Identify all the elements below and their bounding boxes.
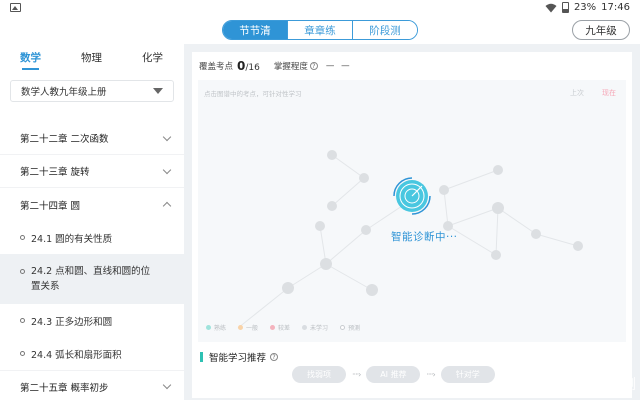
sidebar: 数学 物理 化学 数学人教九年级上册 第二十二章 二次函数 第二十三章 旋转 第… [0,44,184,400]
diagnosis-radar-icon [393,177,431,215]
accent-bar [200,352,203,362]
tab-jieduance[interactable]: 阶段测 [353,21,417,39]
textbook-dropdown[interactable]: 数学人教九年级上册 [10,80,174,102]
chapter-item[interactable]: 第二十三章 旋转 [0,155,184,188]
legend-dot-icon [270,325,276,330]
recommendation-steps: 找弱项 ····› AI 推荐 ····› 针对学 [292,366,495,383]
subject-tab-chemistry[interactable]: 化学 [122,44,183,72]
chapter-item[interactable]: 第二十五章 概率初步 [0,370,184,400]
graph-network [237,150,583,329]
coverage-label: 覆盖考点 [199,62,234,72]
status-right: 23% 17:46 [545,2,630,13]
section-label: 24.2 点和圆、直线和圆的位置关系 [31,266,151,292]
section-item-selected[interactable]: 24.2 点和圆、直线和圆的位置关系 [0,254,184,304]
graph-legend: 熟练 一般 较差 未学习 预测 [206,323,360,332]
chapter-label: 第二十四章 圆 [20,200,81,212]
chevron-down-icon [162,380,172,390]
targeted-study-button[interactable]: 针对学 [440,366,495,383]
help-icon[interactable]: ? [270,353,279,361]
legend-dot-icon [206,325,211,330]
watermark: 新浪 众测 [582,374,636,394]
section-label: 24.3 正多边形和圆 [31,316,113,328]
legend-dot-icon [340,325,346,330]
section-item[interactable]: 24.3 正多边形和圆 [0,304,184,337]
recommendation-title-text: 智能学习推荐 [209,353,267,364]
image-notification-icon [10,3,21,12]
battery-percent: 23% [573,2,597,13]
legend-item: 预测 [340,323,360,332]
legend-item: 一般 [238,323,258,332]
subject-tab-physics[interactable]: 物理 [61,44,122,72]
knowledge-graph[interactable]: 点击图谱中的考点，可针对性学习 上次 现在 智能诊断中··· 熟练 一般 较差 … [198,80,626,342]
legend-item: 熟练 [206,323,226,332]
legend-item: 未学习 [302,323,328,332]
subject-tab-math[interactable]: 数学 [0,44,61,72]
coverage-total: /16 [245,63,260,73]
chapter-item[interactable]: 第二十四章 圆 [0,188,184,221]
clock: 17:46 [601,2,630,13]
arrow-right-icon: ····› [426,370,435,379]
chevron-up-icon [162,201,172,211]
mastery-value: — — [325,61,352,71]
legend-item: 较差 [270,323,290,332]
circle-bullet-icon [20,318,25,323]
watermark-logo: 新浪 [588,373,598,394]
recommendation-title: 智能学习推荐 ? [200,350,279,364]
section-label: 24.4 弧长和扇形面积 [31,349,122,361]
top-header: 节节清 章章练 阶段测 九年级 [0,16,640,44]
battery-icon [561,2,569,13]
mode-tabs: 节节清 章章练 阶段测 [222,20,418,40]
chapter-label: 第二十二章 二次函数 [20,134,109,145]
textbook-label: 数学人教九年级上册 [21,87,107,98]
chevron-down-icon [162,132,172,141]
legend-dot-icon [238,325,244,330]
arrow-right-icon: ····› [352,370,361,379]
diagnosing-status: 智能诊断中··· [391,231,458,243]
legend-dot-icon [302,325,308,330]
find-weakness-button[interactable]: 找弱项 [292,366,346,383]
watermark-text: 众测 [608,377,636,393]
circle-bullet-icon [20,235,25,240]
circle-bullet-icon [20,351,25,356]
chapter-item[interactable]: 第二十二章 二次函数 [0,122,184,155]
dropdown-triangle-icon [153,88,163,94]
grade-selector-button[interactable]: 九年级 [572,20,630,40]
chapter-label: 第二十五章 概率初步 [20,382,109,394]
coverage-value: 0/16 [237,59,260,73]
subject-tabs: 数学 物理 化学 [0,44,184,72]
tab-jiejieqing[interactable]: 节节清 [223,21,288,39]
section-item[interactable]: 24.1 圆的有关性质 [0,221,184,254]
tab-zhangzhanglian[interactable]: 章章练 [288,21,353,39]
chapter-label: 第二十三章 旋转 [20,167,90,178]
recommendation-section: 智能学习推荐 ? 找弱项 ····› AI 推荐 ····› 针对学 [192,344,632,398]
mastery-label: 掌握程度 [273,62,308,72]
mastery-group: 掌握程度 ? — — [274,60,352,72]
help-icon[interactable]: ? [309,62,318,70]
main-panel: 覆盖考点 0/16 掌握程度 ? — — 点击图谱中的考点，可针对性学习 上次 … [192,52,632,398]
circle-bullet-icon [20,269,25,274]
status-bar: 23% 17:46 [0,0,640,16]
stats-bar: 覆盖考点 0/16 掌握程度 ? — — [192,52,632,80]
chapter-list: 第二十二章 二次函数 第二十三章 旋转 第二十四章 圆 24.1 圆的有关性质 … [0,122,184,400]
section-item[interactable]: 24.4 弧长和扇形面积 [0,337,184,370]
ai-recommend-button[interactable]: AI 推荐 [366,366,421,383]
section-label: 24.1 圆的有关性质 [31,233,113,245]
chevron-down-icon [162,165,172,174]
wifi-icon [545,3,557,12]
